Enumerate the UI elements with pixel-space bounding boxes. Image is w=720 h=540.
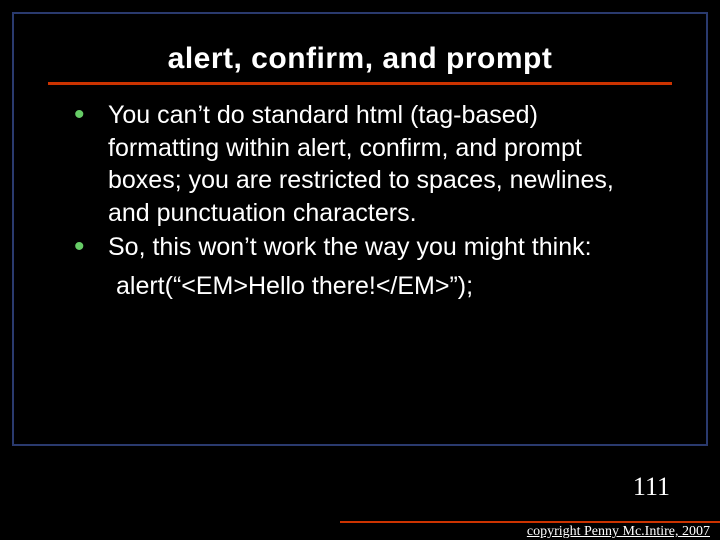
copyright-rule	[340, 521, 720, 523]
slide-title: alert, confirm, and prompt	[14, 14, 706, 82]
title-underline	[48, 82, 672, 85]
copyright-text: copyright Penny Mc.Intire, 2007	[340, 524, 720, 540]
list-item: So, this won’t work the way you might th…	[74, 231, 646, 264]
page-number: 111	[633, 472, 670, 502]
list-item: You can’t do standard html (tag-based) f…	[74, 99, 646, 229]
slide-frame: alert, confirm, and prompt You can’t do …	[12, 12, 708, 446]
bullet-list: You can’t do standard html (tag-based) f…	[14, 99, 706, 264]
copyright-block: copyright Penny Mc.Intire, 2007	[340, 521, 720, 540]
code-example: alert(“<EM>Hello there!</EM>”);	[14, 266, 706, 301]
